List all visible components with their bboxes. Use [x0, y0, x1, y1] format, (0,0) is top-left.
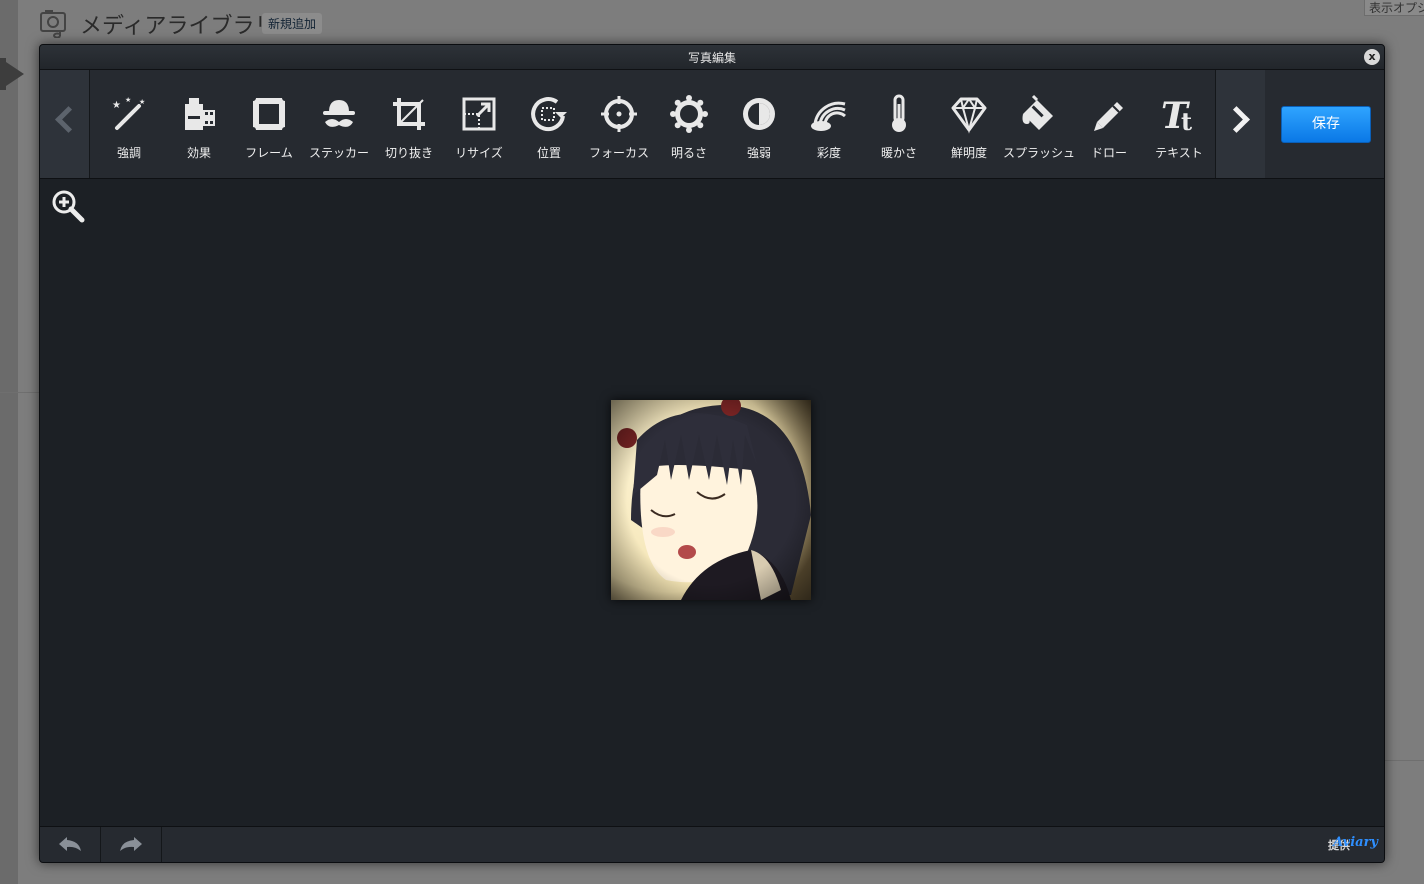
photo-editor-modal: 写真編集 x ★ ★ ★ 強調 効果 フレーム ステッカー 切り抜き リサイズ … — [39, 44, 1385, 863]
zoom-in-icon[interactable] — [51, 189, 85, 223]
redo-icon — [120, 837, 142, 851]
editor-canvas — [40, 179, 1384, 826]
tool-frames[interactable]: フレーム — [234, 70, 304, 178]
pencil-icon — [1094, 102, 1123, 131]
divider — [0, 392, 40, 393]
paint-bucket-icon — [1022, 94, 1053, 130]
svg-text:★: ★ — [125, 96, 131, 104]
wp-admin-sidebar — [0, 0, 18, 884]
svg-text:★: ★ — [112, 100, 121, 111]
rotate-icon — [531, 97, 567, 132]
tool-saturation[interactable]: 彩度 — [794, 70, 864, 178]
tool-enhance[interactable]: ★ ★ ★ 強調 — [94, 70, 164, 178]
tool-orientation[interactable]: 位置 — [514, 70, 584, 178]
svg-text:★: ★ — [139, 98, 145, 106]
undo-button[interactable] — [40, 827, 101, 862]
tool-list: ★ ★ ★ 強調 効果 フレーム ステッカー 切り抜き リサイズ 位置 フォーカ… — [94, 70, 1212, 178]
target-icon — [601, 96, 637, 132]
hat-mustache-icon — [323, 100, 355, 127]
editor-toolbar: ★ ★ ★ 強調 効果 フレーム ステッカー 切り抜き リサイズ 位置 フォーカ… — [40, 70, 1384, 179]
thermometer-icon — [892, 94, 906, 132]
photo-preview[interactable] — [611, 400, 811, 600]
page-title: メディアライブラリ — [80, 14, 277, 39]
tool-sharpness[interactable]: 鮮明度 — [934, 70, 1004, 178]
save-button[interactable]: 保存 — [1281, 106, 1371, 143]
tool-contrast[interactable]: 強弱 — [724, 70, 794, 178]
aviary-logo[interactable]: Aviary — [1333, 835, 1378, 850]
tool-draw[interactable]: ドロー — [1074, 70, 1144, 178]
tool-crop[interactable]: 切り抜き — [374, 70, 444, 178]
tool-brightness[interactable]: 明るさ — [654, 70, 724, 178]
screen-options-button[interactable]: 表示オプション — [1364, 0, 1424, 16]
toolbar-prev-button[interactable] — [40, 70, 90, 178]
save-area: 保存 — [1265, 70, 1384, 178]
film-icon — [185, 98, 215, 130]
media-library-icon — [40, 10, 66, 38]
close-button[interactable]: x — [1364, 49, 1380, 65]
tool-effects[interactable]: 効果 — [164, 70, 234, 178]
tool-label: テキスト — [1155, 146, 1203, 160]
sun-icon — [670, 95, 708, 133]
crop-icon — [393, 98, 425, 130]
toolbar-next-button[interactable] — [1215, 70, 1266, 178]
contrast-icon — [743, 98, 775, 130]
redo-button[interactable] — [101, 827, 162, 862]
chevron-left-icon — [55, 106, 82, 133]
svg-text:t: t — [1181, 107, 1192, 134]
undo-icon — [59, 837, 81, 851]
rainbow-icon — [811, 101, 847, 131]
editor-titlebar: 写真編集 x — [40, 45, 1384, 70]
divider — [1384, 760, 1424, 761]
tool-text[interactable]: T t テキスト — [1144, 70, 1214, 178]
text-icon: T t — [1161, 95, 1192, 134]
magic-wand-icon: ★ ★ ★ — [112, 96, 145, 130]
tool-stickers[interactable]: ステッカー — [304, 70, 374, 178]
tool-focus[interactable]: フォーカス — [584, 70, 654, 178]
diamond-icon — [951, 97, 987, 134]
tool-splash[interactable]: スプラッシュ — [1003, 70, 1075, 178]
add-new-button[interactable]: 新規追加 — [262, 13, 323, 34]
wp-menu-active-arrow — [0, 58, 24, 90]
frame-icon — [250, 95, 288, 133]
tool-warmth[interactable]: 暖かさ — [864, 70, 934, 178]
editor-bottombar: 提供 Aviary — [40, 826, 1384, 862]
resize-icon — [462, 97, 496, 131]
chevron-right-icon — [1223, 106, 1250, 133]
editor-title: 写真編集 — [687, 51, 736, 65]
tool-resize[interactable]: リサイズ — [444, 70, 514, 178]
